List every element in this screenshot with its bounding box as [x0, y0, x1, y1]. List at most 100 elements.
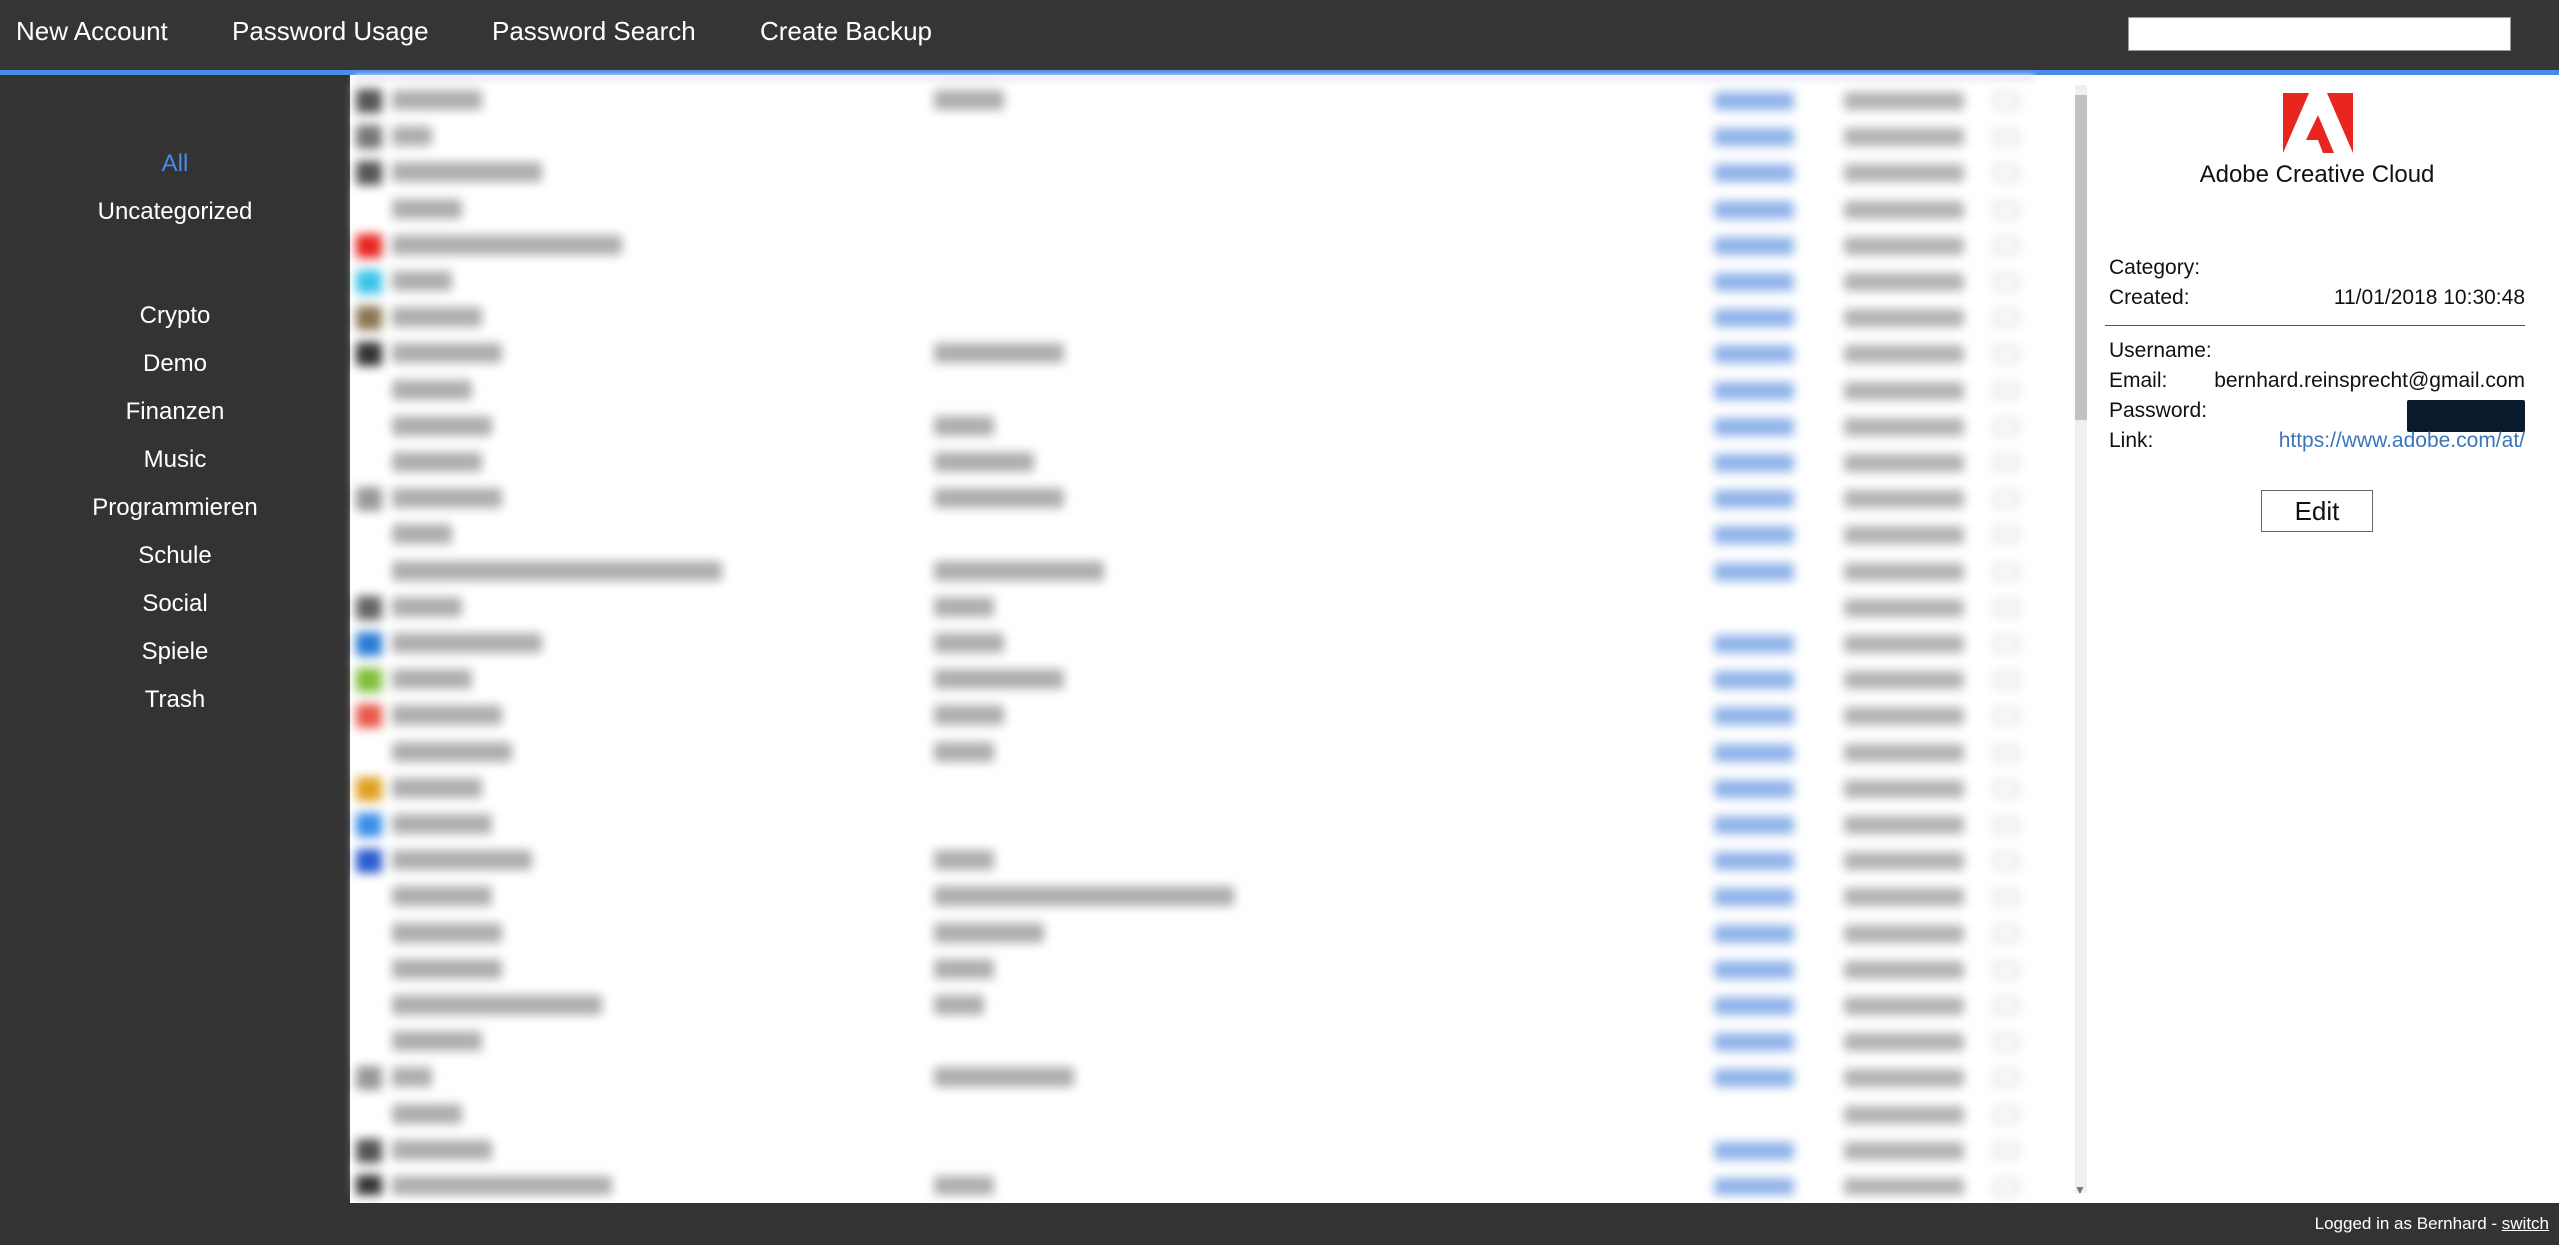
row-action-icon[interactable]	[1994, 455, 2018, 471]
row-action-icon[interactable]	[1994, 382, 2018, 399]
account-row[interactable]	[354, 1133, 2034, 1169]
account-row[interactable]	[354, 590, 2034, 626]
row-action-icon[interactable]	[1994, 201, 2018, 218]
category-programmieren[interactable]: Programmieren	[0, 494, 350, 522]
account-row[interactable]	[354, 662, 2034, 698]
account-link[interactable]	[1714, 562, 1794, 581]
row-action-icon[interactable]	[1994, 1070, 2018, 1087]
account-row[interactable]	[354, 119, 2034, 155]
account-link[interactable]	[1714, 1178, 1794, 1195]
account-link[interactable]	[1714, 888, 1794, 907]
row-action-icon[interactable]	[1994, 1142, 2018, 1159]
category-schule[interactable]: Schule	[0, 542, 350, 570]
account-link[interactable]	[1714, 200, 1794, 219]
account-link[interactable]	[1714, 454, 1794, 472]
list-scrollbar-thumb[interactable]	[2075, 95, 2087, 420]
account-row[interactable]	[354, 626, 2034, 662]
category-spiele[interactable]: Spiele	[0, 638, 350, 666]
account-row[interactable]	[354, 771, 2034, 807]
row-action-icon[interactable]	[1994, 1106, 2018, 1123]
account-row[interactable]	[354, 300, 2034, 336]
account-link[interactable]	[1714, 1141, 1794, 1160]
account-link[interactable]	[1714, 997, 1794, 1015]
category-uncategorized[interactable]: Uncategorized	[0, 198, 350, 226]
account-row[interactable]	[354, 554, 2034, 590]
account-link[interactable]	[1714, 309, 1794, 328]
row-action-icon[interactable]	[1994, 853, 2018, 870]
password-hidden-value[interactable]	[2407, 400, 2525, 432]
account-row[interactable]	[354, 698, 2034, 734]
row-action-icon[interactable]	[1994, 817, 2018, 833]
account-row[interactable]	[354, 735, 2034, 771]
search-input[interactable]	[2128, 17, 2511, 51]
account-link[interactable]	[1714, 779, 1794, 798]
account-row[interactable]	[354, 1169, 2034, 1195]
row-action-icon[interactable]	[1994, 93, 2018, 109]
account-row[interactable]	[354, 192, 2034, 228]
row-action-icon[interactable]	[1994, 599, 2018, 616]
account-row[interactable]	[354, 83, 2034, 119]
account-row[interactable]	[354, 879, 2034, 915]
account-link[interactable]	[1714, 852, 1794, 871]
account-link[interactable]	[1714, 92, 1794, 110]
account-row[interactable]	[354, 445, 2034, 481]
row-action-icon[interactable]	[1994, 527, 2018, 544]
row-action-icon[interactable]	[1994, 165, 2018, 182]
category-finanzen[interactable]: Finanzen	[0, 398, 350, 426]
account-link[interactable]	[1714, 164, 1794, 183]
scroll-down-arrow-icon[interactable]: ▼	[2074, 1183, 2086, 1197]
account-link[interactable]	[1714, 345, 1794, 364]
account-row[interactable]	[354, 807, 2034, 843]
row-action-icon[interactable]	[1994, 925, 2018, 942]
row-action-icon[interactable]	[1994, 1034, 2018, 1051]
account-link[interactable]	[1714, 1069, 1794, 1088]
account-row[interactable]	[354, 843, 2034, 879]
row-action-icon[interactable]	[1994, 418, 2018, 435]
account-row[interactable]	[354, 1097, 2034, 1133]
row-action-icon[interactable]	[1994, 563, 2018, 580]
account-row[interactable]	[354, 409, 2034, 445]
row-action-icon[interactable]	[1994, 961, 2018, 978]
row-action-icon[interactable]	[1994, 672, 2018, 689]
category-all[interactable]: All	[0, 150, 350, 178]
category-demo[interactable]: Demo	[0, 350, 350, 378]
row-action-icon[interactable]	[1994, 708, 2018, 725]
account-row[interactable]	[354, 336, 2034, 372]
account-link[interactable]	[1714, 490, 1794, 509]
account-row[interactable]	[354, 155, 2034, 191]
edit-button[interactable]: Edit	[2261, 490, 2373, 532]
account-link[interactable]	[1714, 1033, 1794, 1052]
account-link[interactable]	[1714, 671, 1794, 690]
row-action-icon[interactable]	[1994, 998, 2018, 1014]
account-row[interactable]	[354, 264, 2034, 300]
account-row[interactable]	[354, 952, 2034, 988]
link-value[interactable]: https://www.adobe.com/at/	[2279, 429, 2525, 453]
row-action-icon[interactable]	[1994, 1179, 2018, 1195]
account-link[interactable]	[1714, 635, 1794, 653]
account-link[interactable]	[1714, 236, 1794, 255]
row-action-icon[interactable]	[1994, 744, 2018, 761]
account-link[interactable]	[1714, 816, 1794, 834]
row-action-icon[interactable]	[1994, 310, 2018, 327]
account-row[interactable]	[354, 517, 2034, 553]
account-row[interactable]	[354, 1060, 2034, 1096]
category-social[interactable]: Social	[0, 590, 350, 618]
category-crypto[interactable]: Crypto	[0, 302, 350, 330]
switch-user-link[interactable]: switch	[2502, 1214, 2549, 1233]
account-row[interactable]	[354, 916, 2034, 952]
account-link[interactable]	[1714, 417, 1794, 436]
account-link[interactable]	[1714, 128, 1794, 147]
row-action-icon[interactable]	[1994, 889, 2018, 906]
account-row[interactable]	[354, 988, 2034, 1024]
row-action-icon[interactable]	[1994, 636, 2018, 652]
account-link[interactable]	[1714, 526, 1794, 545]
nav-password-usage[interactable]: Password Usage	[232, 16, 429, 47]
account-row[interactable]	[354, 373, 2034, 409]
row-action-icon[interactable]	[1994, 237, 2018, 254]
account-link[interactable]	[1714, 707, 1794, 726]
account-link[interactable]	[1714, 381, 1794, 400]
category-music[interactable]: Music	[0, 446, 350, 474]
account-row[interactable]	[354, 481, 2034, 517]
account-row[interactable]	[354, 228, 2034, 264]
account-link[interactable]	[1714, 273, 1794, 291]
